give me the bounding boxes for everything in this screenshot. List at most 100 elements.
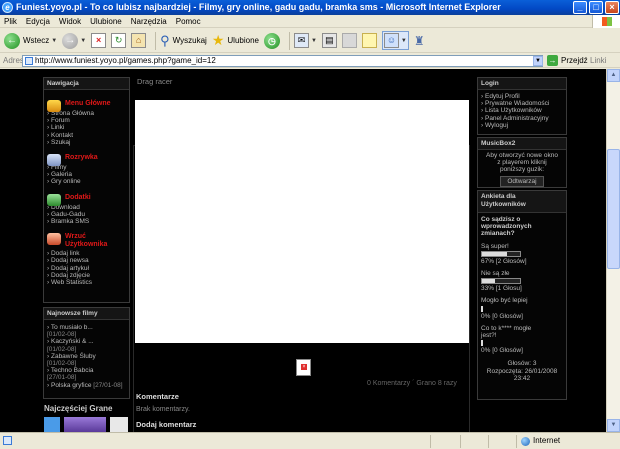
research-button[interactable]: ♜ xyxy=(414,34,425,48)
login-item[interactable]: › Edytuj Profil xyxy=(481,93,563,100)
login-item[interactable]: › Panel Administracyjny xyxy=(481,115,563,122)
address-input[interactable]: http://www.funiest.yoyo.pl/games.php?gam… xyxy=(22,55,543,67)
extras-section: Dodatki › Download › Gadu-Gadu › Bramka … xyxy=(44,193,129,226)
links-button[interactable]: Linki xyxy=(590,56,606,65)
note-icon xyxy=(361,33,377,48)
print-button[interactable]: ▤ xyxy=(321,33,337,48)
dropdown-arrow-icon[interactable]: ▼ xyxy=(401,38,407,44)
film-item[interactable]: › To musiało b... xyxy=(47,324,126,331)
login-item[interactable]: › Lista Użytkowników xyxy=(481,107,563,114)
history-button[interactable]: ◷ xyxy=(263,32,280,49)
forward-button[interactable]: → ▼ xyxy=(62,32,86,49)
window-title: Funiest.yoyo.pl - To co lubisz najbardzi… xyxy=(16,2,501,12)
stop-button[interactable]: × xyxy=(91,33,107,48)
film-item[interactable]: › Techno Babcia xyxy=(47,367,126,374)
scroll-down-icon[interactable]: ▼ xyxy=(607,419,620,432)
vertical-scrollbar[interactable]: ▲ ▼ xyxy=(606,69,620,432)
nav-item[interactable]: › Dodaj artykuł xyxy=(47,265,129,272)
edit-button[interactable] xyxy=(341,33,357,48)
dropdown-arrow-icon[interactable]: ▼ xyxy=(51,38,57,44)
musicbox-panel: MusicBox2 Aby otworzyć nowe okno z playe… xyxy=(477,137,567,188)
navigation-panel: Nawigacja Menu Główne › Strona Główna › … xyxy=(43,77,130,303)
edit-icon xyxy=(341,33,357,48)
menu-help[interactable]: Pomoc xyxy=(176,15,201,27)
messenger-button[interactable]: ☺ ▼ xyxy=(381,31,409,50)
comments-count[interactable]: 0 Komentarzy xyxy=(367,380,410,387)
login-item[interactable]: › Wyloguj xyxy=(481,122,563,129)
messenger-icon: ☺ xyxy=(383,33,399,48)
film-item[interactable]: › Kaczyński & ... xyxy=(47,338,126,345)
back-button[interactable]: ← Wstecz ▼ xyxy=(4,32,57,49)
game-thumbnail[interactable] xyxy=(64,417,106,432)
section-title: Wrzuć Użytkownika xyxy=(65,233,108,249)
nav-item[interactable]: › Kontakt xyxy=(47,132,129,139)
menu-tools[interactable]: Narzędzia xyxy=(131,15,167,27)
nav-item[interactable]: › Gry online xyxy=(47,178,129,185)
poll-bar xyxy=(481,340,483,347)
latest-films-header: Najnowsze filmy xyxy=(44,308,129,320)
poll-started: Rozpoczęta: 26/01/2008 xyxy=(486,367,558,375)
menu-file[interactable]: Plik xyxy=(4,15,17,27)
nav-item[interactable]: › Galeria xyxy=(47,171,129,178)
back-label: Wstecz xyxy=(23,36,50,45)
menu-view[interactable]: Widok xyxy=(59,15,81,27)
musicbox-text: poniższy guzik: xyxy=(499,166,545,174)
poll-option-result: 0% [0 Głosów] xyxy=(481,312,523,320)
nav-item[interactable]: › Gadu-Gadu xyxy=(47,211,129,218)
nav-item[interactable]: › Bramka SMS xyxy=(47,218,129,225)
navigation-header: Nawigacja xyxy=(44,78,129,90)
nav-item[interactable]: › Dodaj link xyxy=(47,250,129,257)
menu-edit[interactable]: Edycja xyxy=(26,15,50,27)
address-dropdown-icon[interactable]: ▼ xyxy=(533,56,543,66)
nav-item[interactable]: › Forum xyxy=(47,117,129,124)
user-section: Wrzuć Użytkownika › Dodaj link › Dodaj n… xyxy=(44,233,129,286)
login-panel: Login › Edytuj Profil › Prywatne Wiadomo… xyxy=(477,77,567,135)
page-content: Nawigacja Menu Główne › Strona Główna › … xyxy=(0,69,606,432)
zone-label: Internet xyxy=(533,436,561,445)
home-icon: ⌂ xyxy=(131,33,147,48)
go-button[interactable]: → Przejdź xyxy=(547,55,588,66)
broken-image-icon: × xyxy=(296,359,311,376)
dropdown-arrow-icon[interactable]: ▼ xyxy=(80,38,86,44)
dropdown-arrow-icon[interactable]: ▼ xyxy=(311,38,317,44)
close-button[interactable]: × xyxy=(605,1,619,14)
entertainment-section-icon xyxy=(47,154,61,167)
nav-item[interactable]: › Web Statistics xyxy=(47,279,129,286)
scroll-thumb[interactable] xyxy=(607,149,620,269)
scroll-up-icon[interactable]: ▲ xyxy=(607,69,620,82)
nav-item[interactable]: › Linki xyxy=(47,124,129,131)
search-button[interactable]: ⚲ Wyszukaj xyxy=(160,33,207,49)
film-date: [01/02-08] xyxy=(47,345,77,353)
poll-option-label: Co to k**** mogłe xyxy=(481,324,532,332)
film-item[interactable]: › Polska gryfice [27/01-08] xyxy=(47,382,126,389)
status-zone xyxy=(516,435,620,448)
poll-option-label: Są super! xyxy=(481,242,509,250)
game-thumbnail[interactable] xyxy=(110,417,128,432)
play-button[interactable]: Odtwarzaj xyxy=(500,175,544,187)
toolbar-separator xyxy=(288,31,290,50)
discuss-button[interactable] xyxy=(361,33,377,48)
film-item[interactable]: › Zabawne Śluby xyxy=(47,353,126,360)
back-arrow-icon: ← xyxy=(4,32,20,49)
game-embed[interactable] xyxy=(135,100,469,343)
nav-item[interactable]: › Dodaj newsa xyxy=(47,257,129,264)
status-bar: Internet xyxy=(0,432,620,449)
home-button[interactable]: ⌂ xyxy=(131,33,147,48)
favorites-label: Ulubione xyxy=(227,36,259,45)
refresh-button[interactable]: ↻ xyxy=(111,33,127,48)
mail-button[interactable]: ✉ ▼ xyxy=(293,33,317,48)
history-icon: ◷ xyxy=(263,32,280,49)
film-date: [01/02-08] xyxy=(47,331,77,339)
favorites-button[interactable]: ★ Ulubione xyxy=(212,32,259,49)
menu-favorites[interactable]: Ulubione xyxy=(90,15,122,27)
login-item[interactable]: › Prywatne Wiadomości xyxy=(481,100,563,107)
nav-item[interactable]: › Szukaj xyxy=(47,139,129,146)
ie-logo-icon: e xyxy=(2,2,13,13)
globe-icon xyxy=(521,437,530,446)
maximize-button[interactable]: □ xyxy=(589,1,603,14)
forward-arrow-icon: → xyxy=(62,32,79,49)
minimize-button[interactable]: _ xyxy=(573,1,587,14)
nav-item[interactable]: › Dodaj zdjęcie xyxy=(47,272,129,279)
game-thumbnail[interactable] xyxy=(44,417,60,432)
browser-window: e Funiest.yoyo.pl - To co lubisz najbard… xyxy=(0,0,620,449)
